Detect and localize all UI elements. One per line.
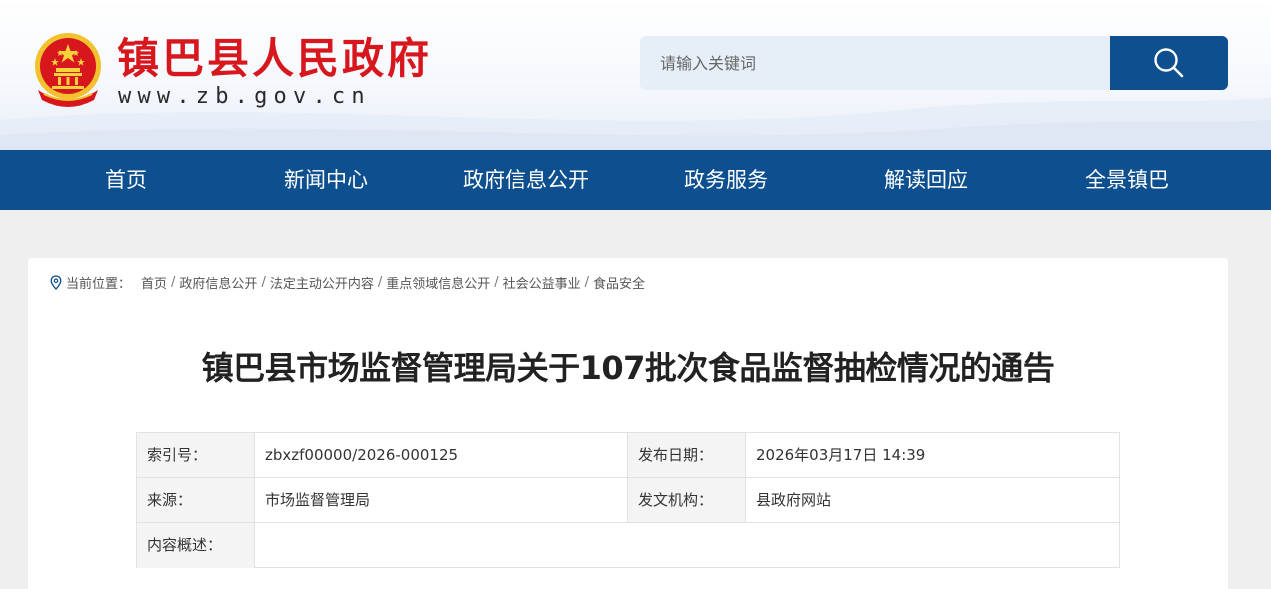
main-nav: 首页 新闻中心 政府信息公开 政务服务 解读回应 全景镇巴 [0, 150, 1271, 210]
article-meta-table: 索引号： zbxzf00000/2026-000125 发布日期： 2026年0… [136, 432, 1120, 568]
meta-source-label: 来源： [137, 478, 255, 523]
meta-date-label: 发布日期： [628, 433, 746, 478]
nav-item-panorama[interactable]: 全景镇巴 [1026, 150, 1228, 210]
national-emblem-icon [35, 33, 101, 107]
breadcrumb-link-statutory[interactable]: 法定主动公开内容 [270, 273, 374, 292]
breadcrumb-link-public-welfare[interactable]: 社会公益事业 [503, 273, 581, 292]
breadcrumb-link-food-safety[interactable]: 食品安全 [593, 273, 645, 292]
search-box [640, 36, 1228, 90]
site-name[interactable]: 镇巴县人民政府 [117, 33, 432, 85]
breadcrumb-label: 当前位置： [66, 276, 132, 292]
breadcrumb-link-gov-info[interactable]: 政府信息公开 [179, 273, 257, 292]
breadcrumb-link-key-areas[interactable]: 重点领域信息公开 [386, 273, 490, 292]
search-input[interactable] [640, 36, 1111, 90]
meta-source-value: 市场监督管理局 [255, 478, 628, 523]
article-container: 当前位置： 首页 / 政府信息公开 / 法定主动公开内容 / 重点领域信息公开 … [28, 258, 1228, 589]
nav-item-gov-info[interactable]: 政府信息公开 [426, 150, 626, 210]
article-title: 镇巴县市场监督管理局关于107批次食品监督抽检情况的通告 [201, 349, 1055, 387]
meta-issuer-label: 发文机构： [628, 478, 746, 523]
meta-issuer-value: 县政府网站 [746, 478, 1119, 523]
breadcrumb-separator: / [377, 274, 383, 290]
breadcrumb-separator: / [584, 274, 590, 290]
nav-item-home[interactable]: 首页 [26, 150, 226, 210]
breadcrumb: 当前位置： 首页 / 政府信息公开 / 法定主动公开内容 / 重点领域信息公开 … [50, 273, 645, 292]
meta-summary-label: 内容概述： [137, 523, 255, 568]
meta-index-value: zbxzf00000/2026-000125 [255, 433, 628, 478]
meta-date-value: 2026年03月17日 14:39 [746, 433, 1119, 478]
breadcrumb-separator: / [171, 274, 176, 290]
search-icon [1154, 48, 1184, 78]
nav-item-services[interactable]: 政务服务 [626, 150, 826, 210]
nav-item-interpretation[interactable]: 解读回应 [826, 150, 1026, 210]
meta-summary-value [255, 523, 1119, 568]
site-header: 镇巴县人民政府 www.zb.gov.cn [0, 0, 1271, 150]
breadcrumb-separator: / [494, 274, 499, 290]
location-pin-icon [50, 274, 62, 290]
nav-item-news[interactable]: 新闻中心 [226, 150, 426, 210]
meta-index-label: 索引号： [137, 433, 255, 478]
breadcrumb-link-home[interactable]: 首页 [141, 273, 167, 292]
breadcrumb-separator: / [261, 274, 266, 290]
site-url: www.zb.gov.cn [118, 84, 371, 109]
search-button[interactable] [1110, 36, 1228, 90]
